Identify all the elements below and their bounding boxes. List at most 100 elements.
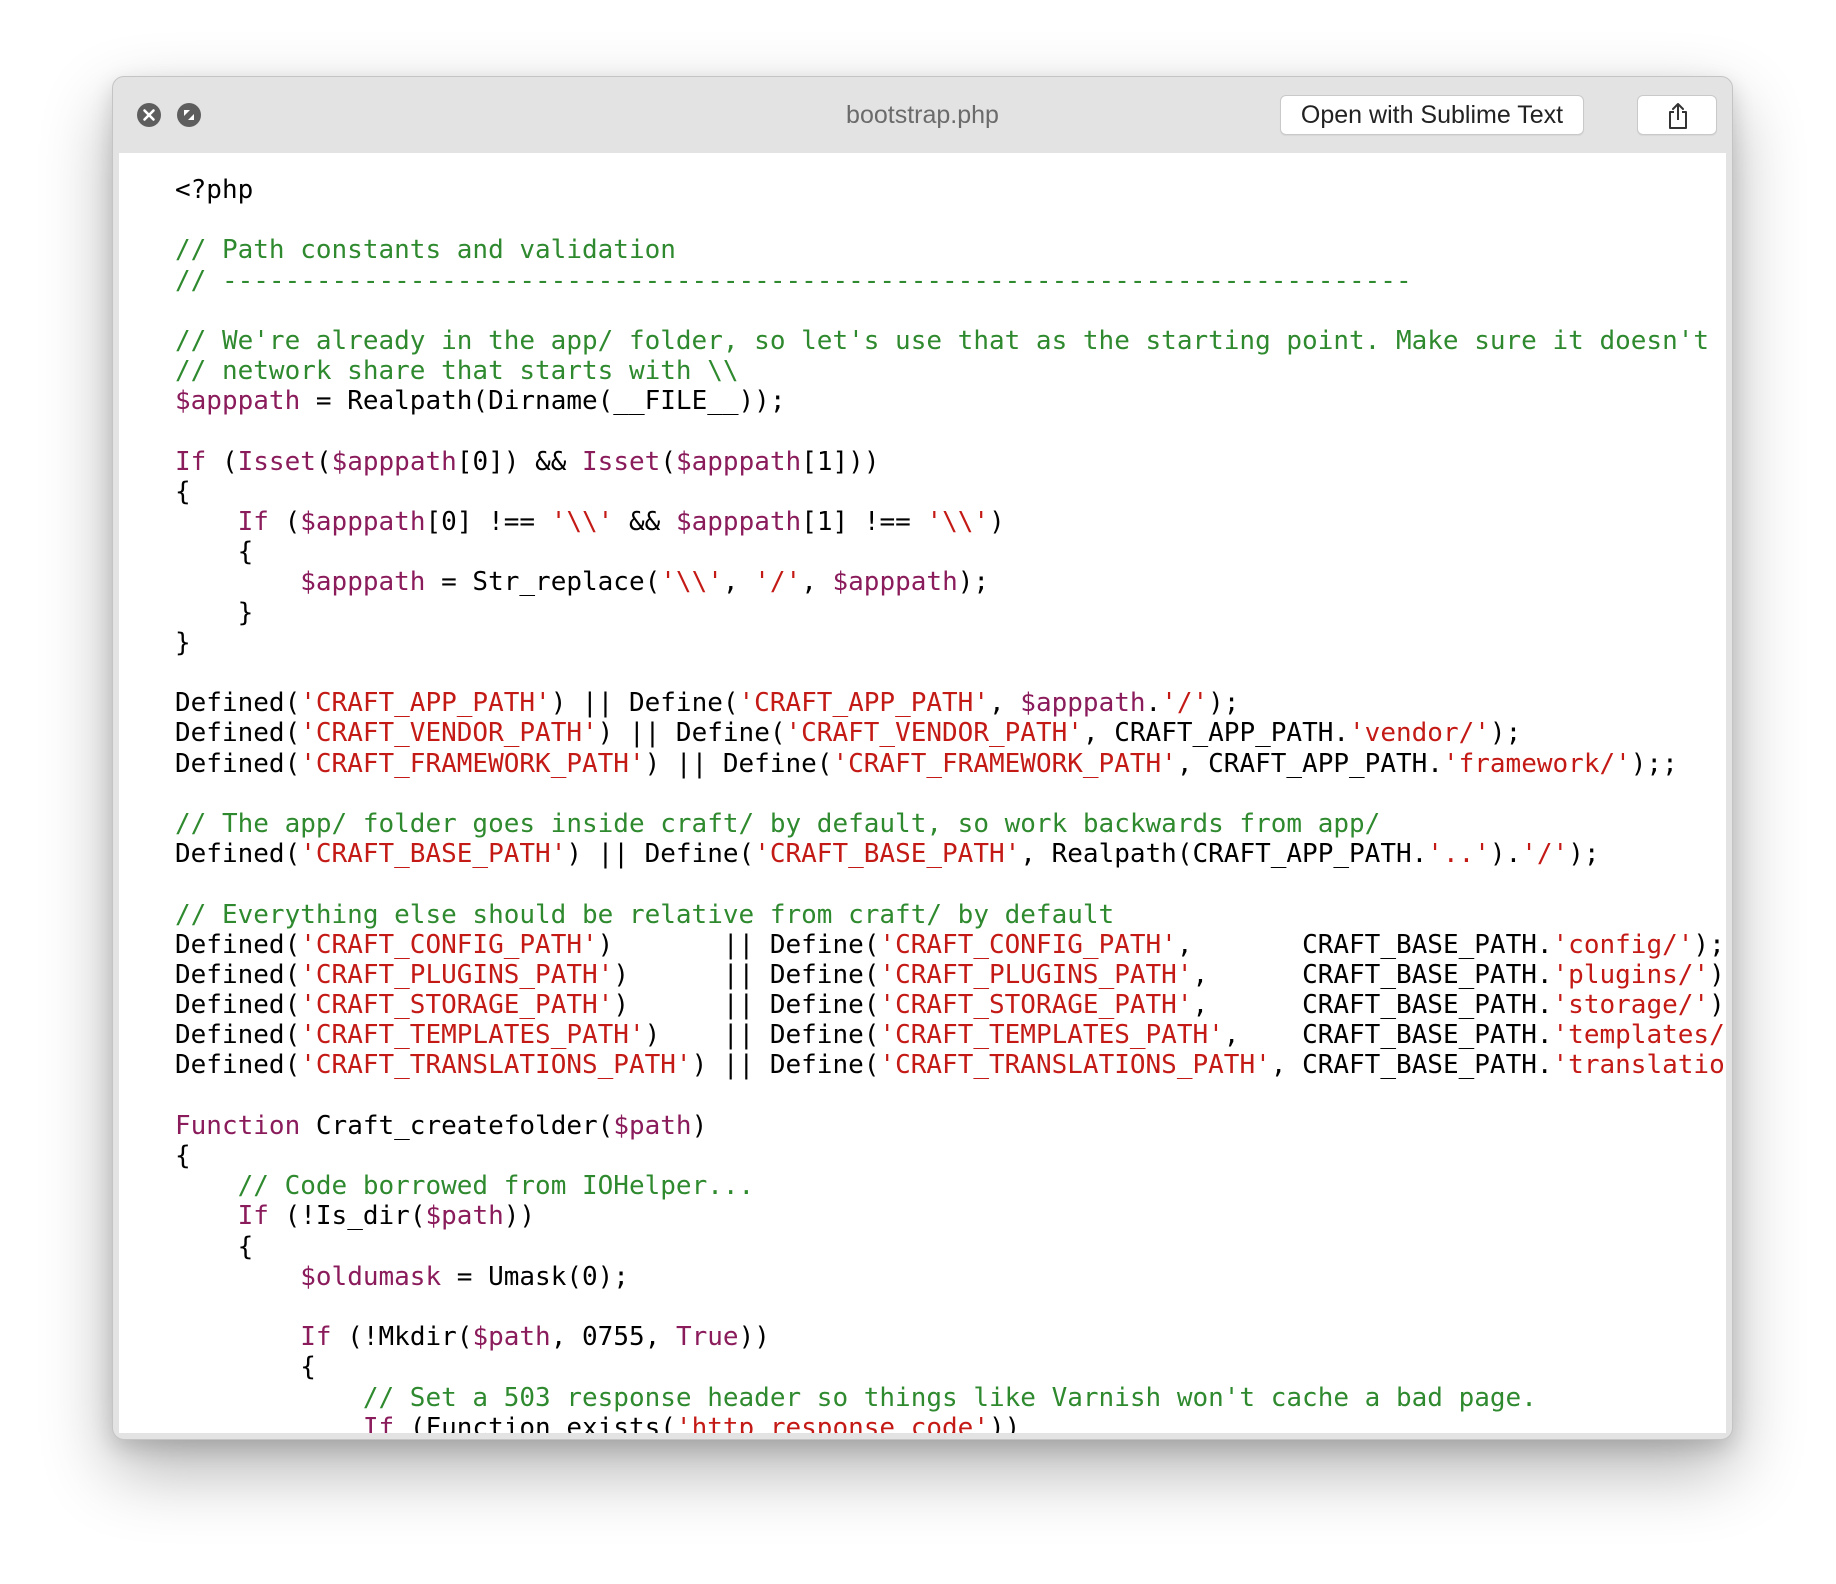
code-token-plain: . — [1145, 688, 1162, 719]
code-token-plain: , — [722, 567, 755, 598]
code-token-plain: , CRAFT_BASE_PATH. — [1192, 959, 1553, 990]
code-token-string: '\\' — [926, 507, 990, 538]
code-line: Defined('CRAFT_CONFIG_PATH') || Define('… — [175, 930, 1726, 960]
code-line: If (!Mkdir($path, 0755, True)) — [175, 1322, 1726, 1352]
code-token-plain: Defined( — [175, 718, 301, 749]
code-token-variable: $apppath — [675, 507, 802, 538]
code-token-plain: } — [175, 597, 254, 628]
code-token-plain: , CRAFT_BASE_PATH. — [1176, 929, 1553, 960]
code-token-plain: ) || Define( — [613, 959, 880, 990]
code-token-string: 'CRAFT_TRANSLATIONS_PATH' — [879, 1050, 1271, 1081]
code-token-comment: // Set a 503 response header so things l… — [362, 1382, 1537, 1413]
code-token-plain: Defined( — [175, 688, 301, 719]
code-line: } — [175, 628, 1726, 658]
code-token-string: '/' — [1521, 839, 1569, 870]
code-token-variable: $apppath — [675, 446, 802, 477]
code-token-string: 'CRAFT_BASE_PATH' — [754, 839, 1021, 870]
code-line: If (Isset($apppath[0]) && Isset($apppath… — [175, 447, 1726, 477]
code-token-plain: (!Mkdir( — [331, 1322, 473, 1353]
code-line: { — [175, 1141, 1726, 1171]
code-token-comment: // Code borrowed from IOHelper... — [237, 1171, 755, 1202]
code-token-plain: ); — [1489, 718, 1522, 749]
code-token-plain: Defined( — [175, 1050, 301, 1081]
code-token-plain: { — [175, 1231, 254, 1262]
code-token-string: 'config/' — [1552, 929, 1694, 960]
open-with-button[interactable]: Open with Sublime Text — [1280, 95, 1584, 135]
code-token-plain: ) || Define( — [691, 1050, 880, 1081]
code-line: Function Craft_createfolder($path) — [175, 1111, 1726, 1141]
code-token-plain: , CRAFT_APP_PATH. — [1176, 748, 1443, 779]
code-line: Defined('CRAFT_BASE_PATH') || Define('CR… — [175, 839, 1726, 869]
code-token-variable: $apppath — [832, 567, 958, 598]
code-line: <?php — [175, 175, 1726, 205]
code-token-string: 'CRAFT_APP_PATH' — [738, 688, 989, 719]
code-line: // Everything else should be relative fr… — [175, 900, 1726, 930]
code-token-plain: = Str_replace( — [425, 567, 661, 598]
code-token-string: 'storage/' — [1552, 990, 1710, 1021]
code-token-string: 'CRAFT_PLUGINS_PATH' — [300, 959, 614, 990]
code-token-plain: ) || Define( — [597, 718, 786, 749]
code-block: <?php// Path constants and validation// … — [175, 175, 1726, 1433]
code-token-plain: { — [175, 476, 191, 507]
code-token-plain: ) — [691, 1110, 708, 1141]
code-token-comment: // -------------------------------------… — [175, 265, 1412, 296]
code-token-plain: ) || Define( — [613, 990, 880, 1021]
code-token-plain: ( — [660, 446, 676, 477]
code-preview: <?php// Path constants and validation// … — [119, 153, 1726, 1433]
code-token-plain: , — [801, 567, 833, 598]
code-line: Defined('CRAFT_STORAGE_PATH') || Define(… — [175, 990, 1726, 1020]
code-line: } — [175, 598, 1726, 628]
code-token-variable: $apppath — [1020, 688, 1146, 719]
code-token-string: 'vendor/' — [1349, 718, 1490, 749]
code-token-plain: ) || Define( — [566, 839, 755, 870]
share-button[interactable] — [1637, 95, 1717, 135]
code-token-keyword: Isset — [237, 446, 316, 477]
code-line: If (!Is_dir($path)) — [175, 1201, 1726, 1231]
code-token-string: 'CRAFT_BASE_PATH' — [300, 839, 567, 870]
code-token-plain: [0]) && — [456, 446, 583, 477]
code-token-plain: ). — [1489, 839, 1522, 870]
code-token-string: 'translations/' — [1552, 1050, 1726, 1081]
code-token-string: 'http_response_code' — [675, 1412, 989, 1433]
code-line: { — [175, 537, 1726, 567]
code-line: // Set a 503 response header so things l… — [175, 1383, 1726, 1413]
code-line: Defined( 'CRAFT_TRANSLATIONS_PATH') || De… — [175, 1050, 1726, 1080]
code-token-variable: $apppath — [175, 386, 301, 417]
code-token-plain: Defined( — [175, 990, 301, 1021]
code-token-plain: ); — [1693, 929, 1725, 960]
code-token-string: 'CRAFT_TEMPLATES_PATH' — [879, 1020, 1224, 1051]
code-token-plain: ); — [1709, 990, 1726, 1021]
code-token-plain: Defined( — [175, 959, 301, 990]
code-token-plain: ( — [268, 507, 301, 538]
code-line: $apppath = Realpath(Dirname(__FILE__)); — [175, 386, 1726, 416]
code-token-string: 'CRAFT_PLUGINS_PATH' — [879, 959, 1193, 990]
code-token-plain: Defined( — [175, 1020, 301, 1051]
code-token-string: 'CRAFT_FRAMEWORK_PATH' — [832, 748, 1177, 779]
code-token-string: 'plugins/' — [1552, 959, 1710, 990]
code-line: $apppath = Str_replace('\\', '/', $apppa… — [175, 567, 1726, 597]
code-token-string: '/' — [1161, 688, 1209, 719]
code-token-plain: Defined( — [175, 839, 301, 870]
code-token-plain: );; — [1630, 748, 1678, 779]
code-token-string: 'CRAFT_VENDOR_PATH' — [300, 718, 598, 749]
code-token-plain: ( — [315, 446, 332, 477]
code-token-plain: (!Is_dir( — [268, 1201, 426, 1232]
code-token-variable: $path — [613, 1110, 692, 1141]
code-token-plain: , — [988, 688, 1021, 719]
code-token-plain: ( — [206, 446, 238, 477]
code-token-plain: , CRAFT_BASE_PATH. — [1223, 1020, 1553, 1051]
code-token-string: 'CRAFT_FRAMEWORK_PATH' — [300, 748, 645, 779]
code-token-plain: , 0755, — [550, 1322, 676, 1353]
code-token-comment: // network share that starts with \\ — [175, 356, 739, 387]
quicklook-window: bootstrap.php Open with Sublime Text <?p… — [112, 76, 1733, 1440]
code-token-comment: // Path constants and validation — [175, 235, 676, 266]
